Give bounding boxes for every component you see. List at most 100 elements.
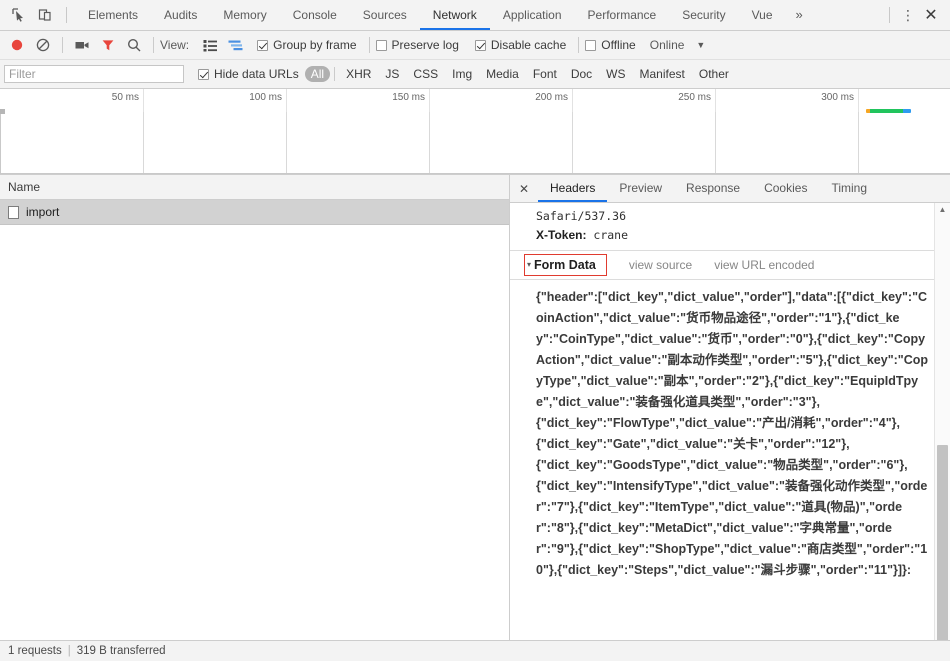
tab-performance[interactable]: Performance — [575, 0, 670, 30]
toolbar-divider-2 — [153, 37, 154, 53]
network-toolbar: View: Group by frame Preserve log Disabl… — [0, 31, 950, 60]
filter-type-all[interactable]: All — [304, 66, 331, 82]
toolbar-divider-3 — [368, 37, 370, 53]
filter-toolbar: Hide data URLs All XHR JS CSS Img Media … — [0, 60, 950, 89]
main-menu-icon[interactable]: ⋮ — [898, 8, 918, 22]
more-tabs-button[interactable]: » — [786, 0, 813, 30]
filter-input[interactable] — [4, 65, 184, 83]
tab-response[interactable]: Response — [674, 175, 752, 202]
tabbar-divider — [66, 7, 67, 23]
tab-headers[interactable]: Headers — [538, 175, 608, 202]
view-url-encoded-link[interactable]: view URL encoded — [714, 258, 814, 272]
timeline-ruler: 50 ms 100 ms 150 ms 200 ms 250 ms 300 ms — [0, 89, 950, 113]
ruler-gridline — [143, 89, 144, 112]
overview-gridline — [858, 112, 859, 174]
overview-gridline — [572, 112, 573, 174]
filter-type-doc[interactable]: Doc — [564, 66, 599, 82]
tab-cookies[interactable]: Cookies — [752, 175, 819, 202]
header-line-useragent-tail: Safari/537.36 — [536, 209, 627, 223]
tab-audits[interactable]: Audits — [151, 0, 210, 30]
tab-elements[interactable]: Elements — [75, 0, 151, 30]
tab-console[interactable]: Console — [280, 0, 350, 30]
request-headers-list: Safari/537.36 X-Token: crane — [510, 203, 950, 251]
waterfall-view-icon[interactable] — [223, 33, 249, 57]
disable-cache-checkbox-box — [474, 39, 486, 51]
close-panel-icon[interactable]: ✕ — [510, 176, 538, 202]
requests-column-header[interactable]: Name — [0, 175, 509, 200]
clear-icon[interactable] — [30, 33, 56, 57]
hide-data-urls-label: Hide data URLs — [214, 67, 299, 81]
inspect-element-icon[interactable] — [6, 2, 32, 28]
toolbar-divider-4 — [578, 37, 580, 53]
ruler-gridline — [715, 89, 716, 112]
request-details-pane: ✕ Headers Preview Response Cookies Timin… — [510, 175, 950, 640]
network-overview[interactable]: 50 ms 100 ms 150 ms 200 ms 250 ms 300 ms — [0, 89, 950, 175]
filter-type-xhr[interactable]: XHR — [339, 66, 378, 82]
view-label: View: — [160, 38, 190, 52]
filter-type-img[interactable]: Img — [445, 66, 479, 82]
filter-type-css[interactable]: CSS — [406, 66, 445, 82]
filter-type-font[interactable]: Font — [526, 66, 564, 82]
transferred-size: 319 B transferred — [76, 645, 166, 657]
form-data-toggle[interactable]: ▾ Form Data — [524, 254, 607, 276]
filter-type-ws[interactable]: WS — [599, 66, 632, 82]
disable-cache-label: Disable cache — [490, 38, 567, 52]
list-view-icon[interactable] — [197, 33, 223, 57]
filter-type-divider — [334, 67, 336, 81]
status-separator: | — [67, 645, 71, 657]
filter-funnel-icon[interactable] — [95, 33, 121, 57]
tab-preview[interactable]: Preview — [607, 175, 674, 202]
ruler-gridline — [429, 89, 430, 112]
overview-window-handle[interactable] — [0, 109, 5, 114]
form-data-title: Form Data — [534, 258, 596, 272]
filter-type-js[interactable]: JS — [378, 66, 406, 82]
offline-checkbox[interactable]: Offline — [585, 38, 636, 52]
ruler-gridline — [858, 89, 859, 112]
overview-gridline — [715, 112, 716, 174]
ruler-tick-label: 300 ms — [821, 92, 854, 103]
close-devtools-icon[interactable]: ✕ — [918, 2, 944, 28]
disable-cache-checkbox[interactable]: Disable cache — [474, 38, 567, 52]
requests-pane: Name import — [0, 175, 510, 640]
tab-network[interactable]: Network — [419, 0, 490, 30]
triangle-down-icon: ▾ — [527, 260, 532, 269]
filter-type-manifest[interactable]: Manifest — [633, 66, 692, 82]
throttling-value[interactable]: Online — [650, 38, 685, 52]
details-scrollbar[interactable]: ▲ — [934, 203, 950, 640]
ruler-tick-label: 200 ms — [535, 92, 568, 103]
overview-gridline — [429, 112, 430, 174]
header-name-xtoken: X-Token: — [536, 228, 587, 242]
ruler-tick-label: 250 ms — [678, 92, 711, 103]
scroll-up-arrow-icon[interactable]: ▲ — [935, 205, 950, 215]
table-row[interactable]: import — [0, 200, 509, 225]
toggle-device-toolbar-icon[interactable] — [32, 2, 58, 28]
tabbar-right-controls: ⋮ ✕ — [881, 2, 950, 28]
search-icon[interactable] — [121, 33, 147, 57]
view-source-link[interactable]: view source — [629, 258, 692, 272]
panel-tabs: Elements Audits Memory Console Sources N… — [75, 0, 813, 30]
hide-data-urls-checkbox-box — [198, 68, 209, 80]
ruler-gridline — [286, 89, 287, 112]
filter-type-media[interactable]: Media — [479, 66, 526, 82]
offline-label: Offline — [601, 38, 636, 52]
record-button-icon[interactable] — [4, 33, 30, 57]
tab-memory[interactable]: Memory — [210, 0, 279, 30]
details-body: Safari/537.36 X-Token: crane ▾ Form Data… — [510, 203, 950, 640]
tab-security[interactable]: Security — [669, 0, 738, 30]
preserve-log-checkbox[interactable]: Preserve log — [375, 38, 459, 52]
request-bar-finish-segment — [903, 109, 911, 113]
tab-vue[interactable]: Vue — [739, 0, 786, 30]
overview-left-border — [0, 112, 1, 174]
group-by-frame-checkbox[interactable]: Group by frame — [257, 38, 357, 52]
hide-data-urls-checkbox[interactable]: Hide data URLs — [198, 67, 299, 81]
overview-graph[interactable] — [0, 109, 950, 174]
tab-application[interactable]: Application — [490, 0, 575, 30]
tab-sources[interactable]: Sources — [350, 0, 420, 30]
request-name: import — [26, 205, 60, 219]
filter-type-other[interactable]: Other — [692, 66, 736, 82]
scrollbar-thumb[interactable] — [937, 445, 948, 640]
capture-screenshots-icon[interactable] — [69, 33, 95, 57]
header-value-xtoken: crane — [593, 228, 629, 242]
tab-timing[interactable]: Timing — [819, 175, 879, 202]
chevron-down-icon[interactable]: ▼ — [696, 40, 705, 50]
